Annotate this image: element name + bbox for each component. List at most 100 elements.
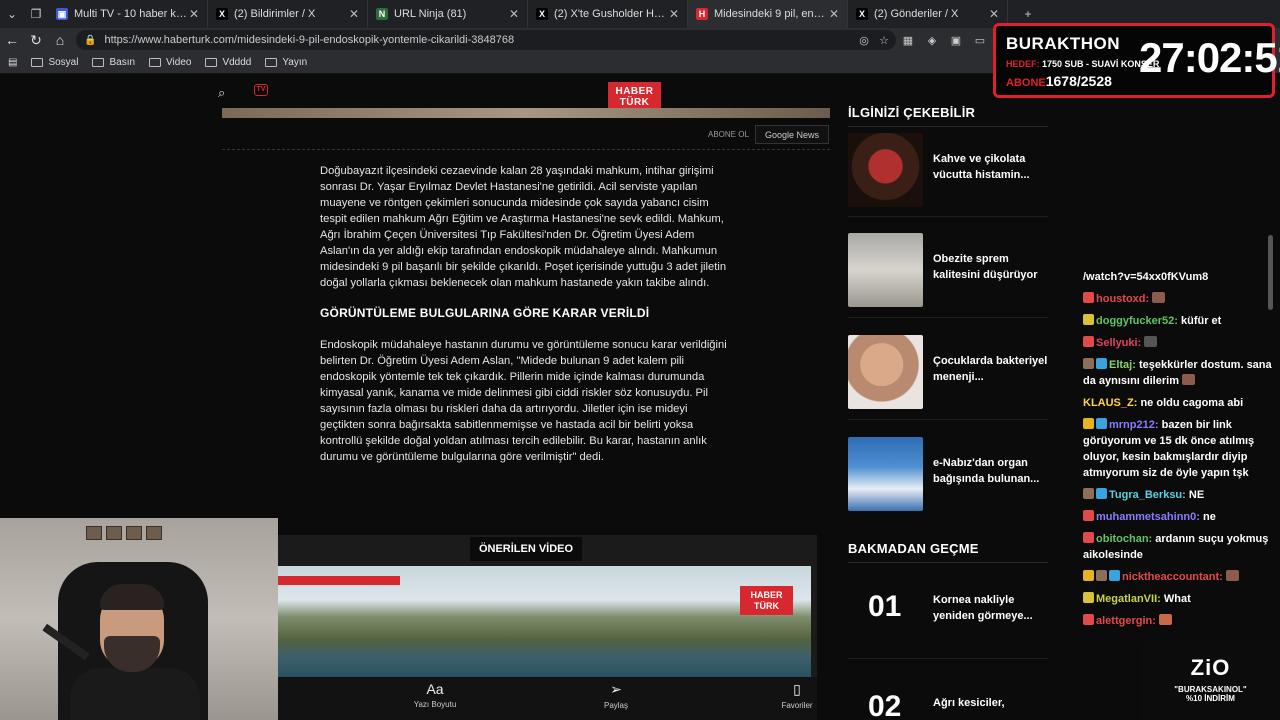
related-card[interactable]: Çocuklarda bakteriyel menenji...: [848, 335, 1048, 411]
extension-icon[interactable]: ▭: [972, 32, 988, 48]
tab-gusholder[interactable]: X (2) X'te Gusholder Haber Bülteni: " ✕: [528, 0, 688, 28]
streamer-name: BURAKTHON: [1006, 34, 1121, 53]
stream-overlay: BURAKTHON HEDEF: 1750 SUB - SUAVİ KONSER…: [993, 23, 1280, 98]
bookmark-yayin[interactable]: Yayın: [265, 57, 307, 68]
badge-icon: [1096, 358, 1107, 369]
reload-icon[interactable]: ↻: [24, 28, 48, 52]
extension-icon[interactable]: ◈: [924, 32, 940, 48]
chat-message: Sellyuki:: [1083, 335, 1273, 351]
divider: [848, 419, 1048, 420]
ranked-item-title[interactable]: Ağrı kesiciler,: [933, 695, 1048, 711]
emote-icon: [1152, 292, 1166, 303]
address-bar[interactable]: 🔒 https://www.haberturk.com/midesindeki-…: [76, 30, 896, 50]
sponsor-banner: ZiO "BURAKSAKINOL" %10 İNDİRİM: [1141, 641, 1280, 720]
video-progress-bar: [278, 576, 400, 585]
related-card[interactable]: Obezite sprem kalitesini düşürüyor: [848, 233, 1048, 309]
article-image: [222, 108, 830, 118]
search-icon[interactable]: ⌕: [218, 85, 225, 101]
badge-icon: [1096, 418, 1107, 429]
chat-message: Tugra_Berksu: NE: [1083, 487, 1273, 503]
badge-icon: [1096, 570, 1107, 581]
badge-icon: [1083, 510, 1094, 521]
badge-icon: [1083, 592, 1094, 603]
video-player[interactable]: HABER TÜRK: [278, 566, 811, 679]
sponsor-code: "BURAKSAKINOL": [1174, 685, 1247, 694]
divider: [222, 149, 830, 150]
bookmark-basin[interactable]: Basın: [92, 57, 135, 68]
ranked-item-title[interactable]: Kornea nakliyle yeniden görmeye...: [933, 592, 1048, 624]
site-header: ⌕ TV HABER TÜRK: [208, 75, 830, 112]
close-tab-icon[interactable]: ✕: [829, 7, 839, 21]
workspaces-icon[interactable]: ❐: [24, 2, 48, 26]
favorites-button[interactable]: ▯ Favoriler: [757, 681, 837, 710]
folder-icon: [31, 58, 44, 67]
goal-line: HEDEF: 1750 SUB - SUAVİ KONSER: [1006, 59, 1160, 69]
subathon-timer: 27:02:51: [1139, 34, 1280, 81]
tab-list-icon[interactable]: ⌄: [0, 2, 24, 26]
home-icon[interactable]: ⌂: [48, 28, 72, 52]
rank-number: 02: [868, 690, 902, 720]
close-tab-icon[interactable]: ✕: [669, 7, 679, 21]
back-icon[interactable]: ←: [0, 28, 24, 52]
emote-icon: [1144, 336, 1158, 347]
card-thumbnail: [848, 335, 923, 409]
badge-icon: [1083, 570, 1094, 581]
share-button[interactable]: ➢ Paylaş: [576, 681, 656, 710]
extension-icon[interactable]: ▣: [948, 32, 964, 48]
badge-icon: [1083, 336, 1094, 347]
bookmark-sosyal[interactable]: Sosyal: [31, 57, 78, 68]
multitv-icon: ▣: [56, 8, 68, 20]
chat-message: Eltaj: teşekkürler dostum. sana da aynıs…: [1083, 358, 1272, 387]
folder-icon: [92, 58, 105, 67]
font-size-icon: Aa: [426, 681, 444, 697]
folder-icon: [205, 58, 218, 67]
bookmark-vdddd[interactable]: Vdddd: [205, 57, 251, 68]
chat-message: mrnp212: bazen bir link görüyorum ve 15 …: [1083, 418, 1255, 479]
emote-icon: [1158, 614, 1172, 625]
abone-ol-label: ABONE OL: [708, 130, 749, 139]
x-icon: X: [216, 8, 228, 20]
tv-icon[interactable]: TV: [254, 84, 268, 96]
folder-icon: [149, 58, 162, 67]
bookmark-video[interactable]: Video: [149, 57, 191, 68]
chat-message: obitochan: ardanın suçu yokmuş aikolesin…: [1083, 532, 1269, 561]
tab-haberturk[interactable]: H Midesindeki 9 pil, endoskopik yön ✕: [688, 0, 848, 28]
chat-message: muhammetsahinn0: ne: [1083, 509, 1273, 525]
font-size-button[interactable]: Aa Yazı Boyutu: [395, 681, 475, 709]
tab-bildirimler[interactable]: X (2) Bildirimler / X ✕: [208, 0, 368, 28]
close-tab-icon[interactable]: ✕: [989, 7, 999, 21]
badge-icon: [1109, 570, 1120, 581]
emote-icon: [1181, 374, 1195, 385]
reader-icon[interactable]: ◎: [856, 32, 872, 48]
badge-icon: [1083, 532, 1094, 543]
google-news-button[interactable]: Google News: [755, 125, 829, 144]
divider: [848, 317, 1048, 318]
related-card[interactable]: Kahve ve çikolata vücutta histamin...: [848, 133, 1048, 209]
tab-multitv[interactable]: ▣ Multi TV - 10 haber kanalını aynı a ✕: [48, 0, 208, 28]
tab-urlninja[interactable]: N URL Ninja (81) ✕: [368, 0, 528, 28]
sidebar-heading: BAKMADAN GEÇME: [848, 541, 1048, 563]
tab-gonderiler[interactable]: X (2) Gönderiler / X ✕: [848, 0, 1008, 28]
streamer-body: [70, 668, 200, 720]
video-section-title: ÖNERİLEN VİDEO: [470, 537, 582, 561]
close-tab-icon[interactable]: ✕: [509, 7, 519, 21]
badge-icon: [1083, 418, 1094, 429]
related-card[interactable]: e-Nabız'dan organ bağışında bulunan...: [848, 437, 1048, 513]
sponsor-discount: %10 İNDİRİM: [1186, 694, 1235, 703]
close-tab-icon[interactable]: ✕: [349, 7, 359, 21]
chat-message: alettgergin:: [1083, 613, 1273, 629]
haberturk-logo: HABER TÜRK: [740, 586, 793, 615]
chat-message: houstoxd:: [1083, 291, 1273, 307]
bookmark-manager-icon[interactable]: ▤: [8, 57, 17, 68]
extension-icon[interactable]: ▦: [900, 32, 916, 48]
x-icon: X: [536, 8, 548, 20]
webcam-feed: [0, 518, 278, 720]
zio-logo: ZiO: [1190, 655, 1231, 680]
divider: [848, 658, 1048, 659]
star-icon[interactable]: ☆: [876, 32, 892, 48]
sidebar-heading: İLGİNİZİ ÇEKEBİLİR: [848, 105, 1048, 127]
close-tab-icon[interactable]: ✕: [189, 7, 199, 21]
card-thumbnail: [848, 233, 923, 307]
stream-chat: /watch?v=54xx0fKVum8 houstoxd: doggyfuck…: [1083, 269, 1273, 635]
chat-message: doggyfucker52: küfür et: [1083, 313, 1273, 329]
